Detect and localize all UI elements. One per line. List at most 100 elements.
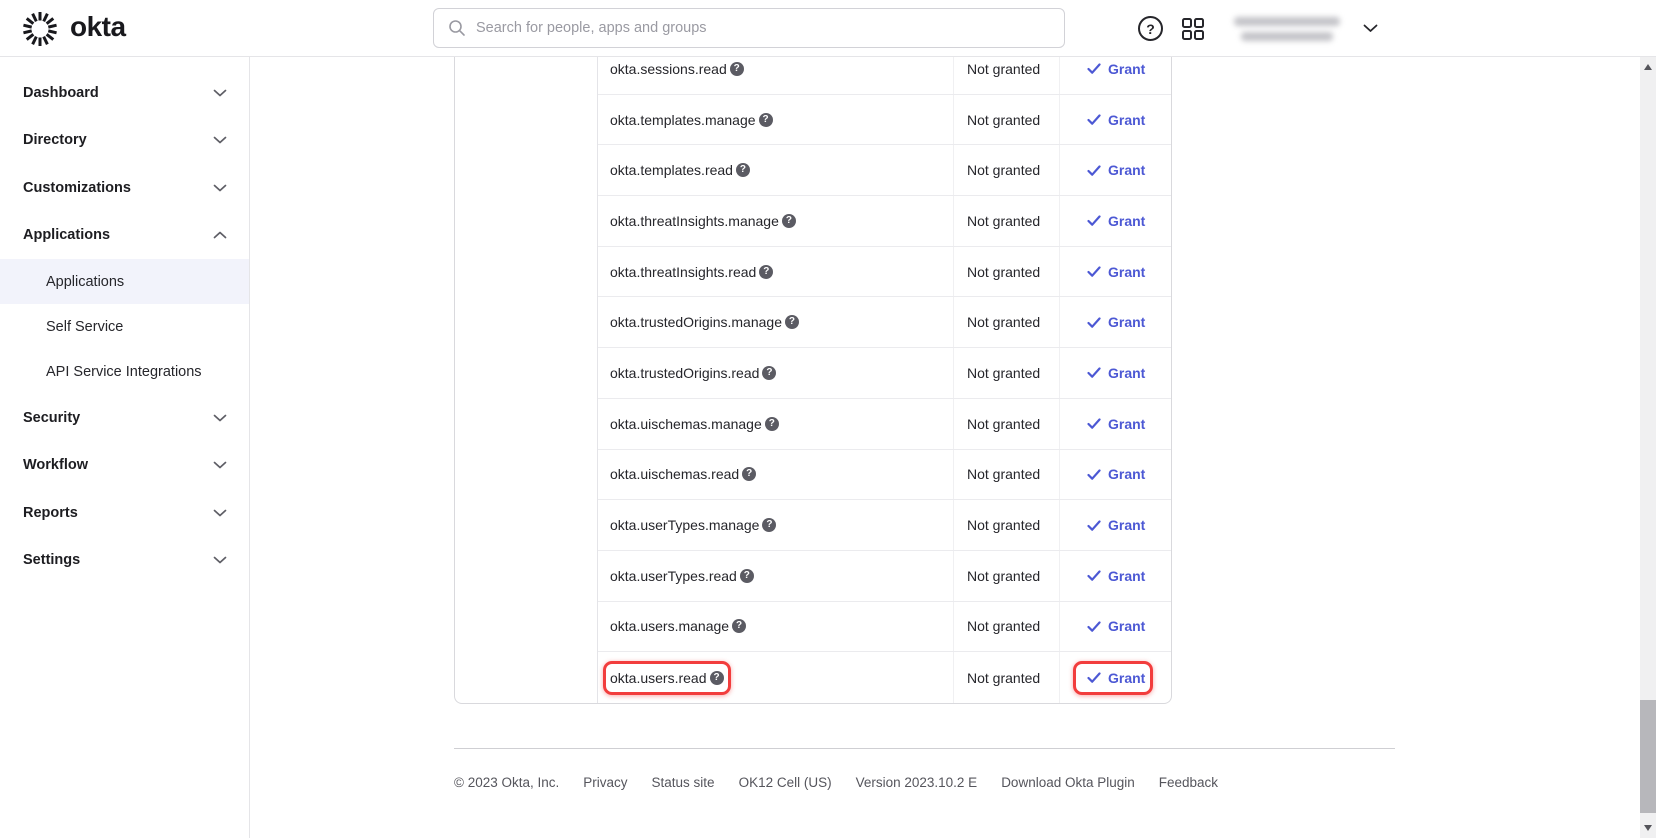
grant-button[interactable]: Grant xyxy=(1087,61,1145,77)
scope-name-cell: okta.trustedOrigins.manage ? xyxy=(598,314,953,330)
grant-button[interactable]: Grant xyxy=(1087,618,1145,634)
scrollbar-thumb[interactable] xyxy=(1640,700,1656,813)
grant-status: Not granted xyxy=(953,247,1059,297)
grant-button[interactable]: Grant xyxy=(1087,112,1145,128)
footer-download-okta-plugin[interactable]: Download Okta Plugin xyxy=(1001,775,1135,790)
chevron-up-icon xyxy=(213,231,227,239)
grant-status: Not granted xyxy=(953,551,1059,601)
scrollbar-down-arrow-icon[interactable] xyxy=(1644,825,1652,831)
grant-status: Not granted xyxy=(953,297,1059,347)
scopes-table: okta.sessions.read ? Not granted Grant o… xyxy=(598,44,1171,703)
search-icon xyxy=(448,19,466,37)
sidebar-item-label: Reports xyxy=(23,505,78,521)
grant-status: Not granted xyxy=(953,95,1059,145)
scope-help-icon[interactable]: ? xyxy=(785,315,799,329)
scope-table-row: okta.uischemas.manage ? Not granted Gran… xyxy=(598,399,1171,450)
scope-name: okta.trustedOrigins.manage xyxy=(610,314,782,330)
scope-table-row: okta.trustedOrigins.manage ? Not granted… xyxy=(598,297,1171,348)
global-search-input[interactable] xyxy=(433,8,1065,48)
chevron-down-icon xyxy=(213,461,227,469)
footer-ok12-cell-us: OK12 Cell (US) xyxy=(739,775,832,790)
user-account-info[interactable] xyxy=(1231,17,1343,41)
grant-status: Not granted xyxy=(953,602,1059,652)
sidebar-nav: Dashboard Directory Customizations Appli… xyxy=(0,57,250,838)
grant-button-label: Grant xyxy=(1108,112,1145,128)
sidebar-item-directory[interactable]: Directory xyxy=(0,117,249,165)
scope-help-icon[interactable]: ? xyxy=(782,214,796,228)
grant-status: Not granted xyxy=(953,145,1059,195)
scope-name-cell: okta.templates.read ? xyxy=(598,162,953,178)
sidebar-subitem-applications[interactable]: Applications xyxy=(0,259,249,304)
help-icon[interactable]: ? xyxy=(1138,16,1163,41)
grant-button-label: Grant xyxy=(1108,466,1145,482)
sidebar-subitem-api-service-integrations[interactable]: API Service Integrations xyxy=(0,349,249,394)
sidebar-item-dashboard[interactable]: Dashboard xyxy=(0,69,249,117)
scope-name-cell: okta.threatInsights.read ? xyxy=(598,264,953,280)
app-switcher-icon[interactable] xyxy=(1181,17,1205,41)
sidebar-item-reports[interactable]: Reports xyxy=(0,489,249,537)
grant-button-label: Grant xyxy=(1108,517,1145,533)
footer-feedback[interactable]: Feedback xyxy=(1159,775,1218,790)
sidebar-item-security[interactable]: Security xyxy=(0,394,249,442)
grant-button[interactable]: Grant xyxy=(1087,314,1145,330)
scope-table-row: okta.threatInsights.read ? Not granted G… xyxy=(598,247,1171,298)
vertical-scrollbar[interactable] xyxy=(1640,57,1656,838)
scope-table-row-highlighted: okta.users.read ? Not granted Grant xyxy=(598,652,1171,703)
scope-help-icon[interactable]: ? xyxy=(740,569,754,583)
grant-button[interactable]: Grant xyxy=(1087,264,1145,280)
okta-logo[interactable]: okta xyxy=(20,0,126,57)
user-org-redacted xyxy=(1241,32,1333,41)
grant-action-cell: Grant xyxy=(1059,450,1171,500)
scope-help-icon[interactable]: ? xyxy=(762,366,776,380)
scope-name: okta.userTypes.manage xyxy=(610,517,759,533)
scope-name: okta.templates.manage xyxy=(610,112,756,128)
sidebar-item-customizations[interactable]: Customizations xyxy=(0,164,249,212)
scope-name-cell: okta.uischemas.read ? xyxy=(598,466,953,482)
scope-table-row: okta.userTypes.manage ? Not granted Gran… xyxy=(598,500,1171,551)
scope-help-icon[interactable]: ? xyxy=(710,671,724,685)
scope-help-icon[interactable]: ? xyxy=(732,619,746,633)
scope-table-row: okta.templates.read ? Not granted Grant xyxy=(598,145,1171,196)
footer-version-2023-10-2-e: Version 2023.10.2 E xyxy=(856,775,978,790)
grant-button[interactable]: Grant xyxy=(1087,365,1145,381)
top-header: okta ? xyxy=(0,0,1656,57)
sidebar-subitem-self-service[interactable]: Self Service xyxy=(0,304,249,349)
grant-action-cell: Grant xyxy=(1059,196,1171,246)
scope-help-icon[interactable]: ? xyxy=(759,113,773,127)
scope-help-icon[interactable]: ? xyxy=(730,62,744,76)
grant-button[interactable]: Grant xyxy=(1087,213,1145,229)
scope-help-icon[interactable]: ? xyxy=(759,265,773,279)
grant-action-cell: Grant xyxy=(1059,247,1171,297)
scope-name-cell: okta.uischemas.manage ? xyxy=(598,416,953,432)
footer-divider xyxy=(454,748,1395,749)
check-icon xyxy=(1087,570,1101,581)
footer-privacy[interactable]: Privacy xyxy=(583,775,627,790)
grant-button[interactable]: Grant xyxy=(1087,466,1145,482)
sidebar-item-label: Directory xyxy=(23,132,87,148)
scope-name: okta.sessions.read xyxy=(610,61,727,77)
sidebar-item-settings[interactable]: Settings xyxy=(0,537,249,585)
scrollbar-up-arrow-icon[interactable] xyxy=(1644,64,1652,70)
grant-button-label: Grant xyxy=(1108,264,1145,280)
grant-button[interactable]: Grant xyxy=(1087,162,1145,178)
user-menu-chevron-icon[interactable] xyxy=(1363,24,1378,33)
grant-button-label: Grant xyxy=(1108,162,1145,178)
grant-status: Not granted xyxy=(953,450,1059,500)
sidebar-item-workflow[interactable]: Workflow xyxy=(0,442,249,490)
sidebar-subitem-label: API Service Integrations xyxy=(46,364,202,380)
grant-button-label: Grant xyxy=(1108,568,1145,584)
scope-help-icon[interactable]: ? xyxy=(736,163,750,177)
footer-status-site[interactable]: Status site xyxy=(652,775,715,790)
grant-button[interactable]: Grant xyxy=(1087,416,1145,432)
scope-help-icon[interactable]: ? xyxy=(762,518,776,532)
grant-button[interactable]: Grant xyxy=(1087,568,1145,584)
scope-table-row: okta.users.manage ? Not granted Grant xyxy=(598,602,1171,653)
scope-table-row: okta.userTypes.read ? Not granted Grant xyxy=(598,551,1171,602)
grant-button[interactable]: Grant xyxy=(1087,517,1145,533)
scope-help-icon[interactable]: ? xyxy=(765,417,779,431)
scope-help-icon[interactable]: ? xyxy=(742,467,756,481)
grant-button[interactable]: Grant xyxy=(1087,670,1145,686)
scope-name-cell: okta.sessions.read ? xyxy=(598,61,953,77)
scope-name: okta.users.read xyxy=(610,670,707,686)
sidebar-item-applications[interactable]: Applications xyxy=(0,212,249,260)
